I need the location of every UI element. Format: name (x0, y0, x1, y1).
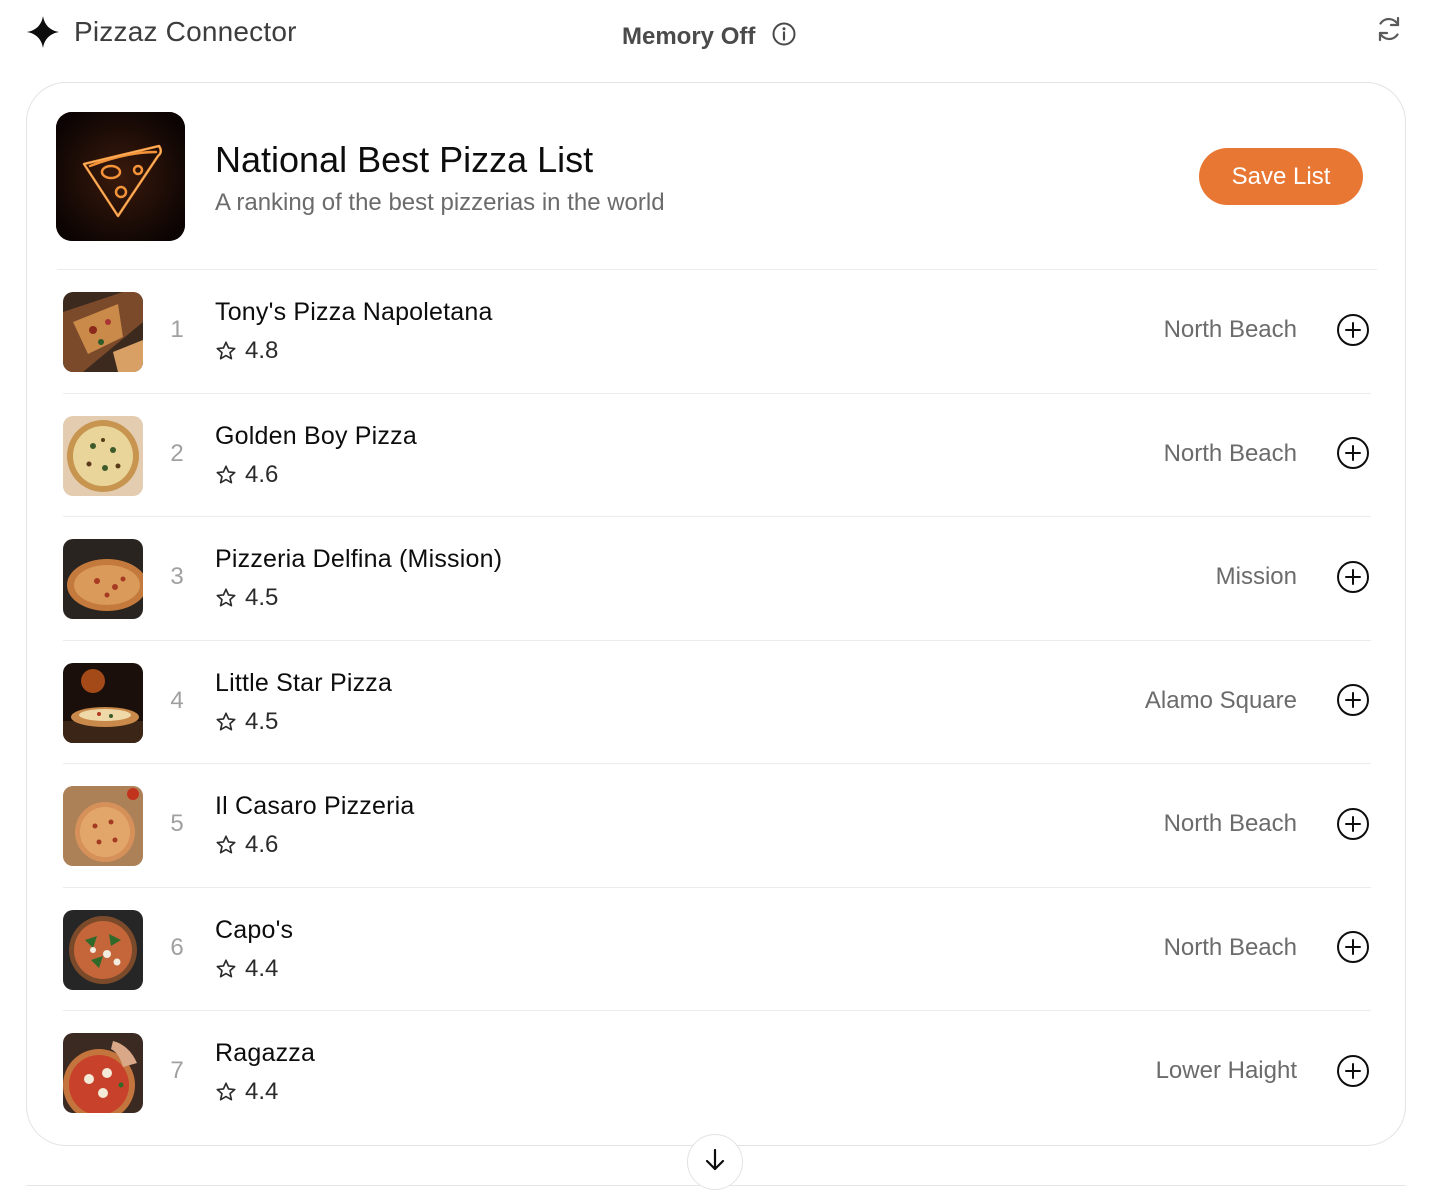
star-icon (215, 958, 237, 980)
app-title: Pizzaz Connector (74, 16, 297, 47)
list-item[interactable]: 4 Little Star Pizza 4.5 Alamo Square (27, 641, 1405, 764)
plus-circle-icon (1336, 807, 1370, 846)
pizzeria-thumbnail (63, 662, 143, 743)
star-icon (215, 1081, 237, 1103)
pizzeria-name: Ragazza (215, 1039, 316, 1067)
rating-value: 4.5 (245, 707, 279, 735)
list-item[interactable]: 1 Tony's Pizza Napoletana 4.8 North Beac… (27, 270, 1405, 394)
pizzeria-name: Capo's (215, 915, 294, 944)
location: North Beach (1163, 810, 1297, 837)
scroll-down-button[interactable] (687, 1134, 743, 1190)
list-title: National Best Pizza List (215, 139, 594, 180)
memory-status-label: Memory Off (622, 23, 756, 50)
location: Alamo Square (1144, 686, 1297, 714)
pizzeria-thumbnail (63, 786, 143, 866)
brand: Pizzaz Connector (26, 14, 297, 50)
list-item[interactable]: 2 Golden Boy Pizza 4.6 North Beach (27, 394, 1405, 517)
pizzeria-thumbnail (63, 415, 143, 496)
neon-pizza-image (56, 112, 185, 241)
pizzeria-name: Little Star Pizza (215, 668, 393, 697)
rating: 4.4 (215, 954, 278, 984)
list-item[interactable]: 7 Ragazza 4.4 Lower Haight (27, 1011, 1405, 1135)
list-item[interactable]: 5 Il Casaro Pizzeria 4.6 North Beach (27, 764, 1405, 888)
rating: 4.8 (215, 336, 278, 366)
add-button[interactable] (1335, 930, 1371, 969)
top-bar: Pizzaz Connector Memory Off (0, 0, 1440, 70)
location: Lower Haight (1155, 1057, 1297, 1084)
arrow-down-icon (701, 1146, 729, 1179)
plus-circle-icon (1336, 1054, 1370, 1093)
rating-value: 4.4 (245, 1078, 279, 1105)
rank-number: 4 (170, 686, 184, 714)
add-button[interactable] (1335, 313, 1371, 352)
add-button[interactable] (1335, 683, 1371, 722)
pizzeria-name: Pizzeria Delfina (Mission) (215, 545, 503, 573)
pizzeria-thumbnail (63, 539, 143, 619)
memory-status[interactable]: Memory Off (622, 20, 797, 54)
rank-number: 6 (170, 933, 184, 961)
rank-number: 3 (170, 563, 184, 590)
pizzeria-thumbnail (63, 292, 143, 372)
rating: 4.6 (215, 830, 278, 860)
add-button[interactable] (1335, 560, 1371, 599)
add-button[interactable] (1335, 436, 1371, 475)
rank-number: 1 (170, 316, 184, 343)
star-icon (215, 587, 237, 609)
star-icon (215, 711, 237, 733)
refresh-button[interactable] (1372, 14, 1406, 48)
info-icon[interactable] (771, 21, 797, 54)
list-item[interactable]: 3 Pizzeria Delfina (Mission) 4.5 Mission (27, 517, 1405, 641)
pizzeria-name: Golden Boy Pizza (215, 421, 417, 450)
list-subtitle: A ranking of the best pizzerias in the w… (215, 189, 665, 216)
rating-value: 4.8 (245, 337, 279, 364)
rating: 4.5 (215, 583, 278, 613)
rating: 4.5 (215, 707, 278, 737)
rank-number: 7 (170, 1057, 184, 1084)
list-item[interactable]: 6 Capo's 4.4 North Beach (27, 888, 1405, 1011)
plus-circle-icon (1336, 683, 1370, 722)
add-button[interactable] (1335, 807, 1371, 846)
rating-value: 4.6 (245, 831, 279, 858)
location: North Beach (1163, 316, 1297, 343)
add-button[interactable] (1335, 1054, 1371, 1093)
plus-circle-icon (1336, 436, 1370, 475)
rating-value: 4.6 (245, 460, 279, 488)
location: North Beach (1163, 933, 1297, 961)
star-icon (215, 464, 237, 486)
rating: 4.6 (215, 460, 278, 490)
save-list-button[interactable]: Save List (1199, 148, 1363, 205)
location: North Beach (1163, 439, 1297, 467)
pizzeria-list: 1 Tony's Pizza Napoletana 4.8 North Beac… (27, 270, 1405, 1135)
plus-circle-icon (1336, 930, 1370, 969)
rating-value: 4.5 (245, 584, 279, 611)
pizzeria-name: Il Casaro Pizzeria (215, 792, 415, 820)
sparkle-icon (26, 15, 60, 49)
rank-number: 5 (170, 810, 184, 837)
plus-circle-icon (1336, 313, 1370, 352)
location: Mission (1215, 563, 1297, 590)
plus-circle-icon (1336, 560, 1370, 599)
star-icon (215, 340, 237, 362)
list-header: National Best Pizza List A ranking of th… (27, 83, 1405, 270)
rating-value: 4.4 (245, 954, 279, 982)
rating: 4.4 (215, 1077, 278, 1107)
pizzeria-thumbnail (63, 1033, 143, 1113)
star-icon (215, 834, 237, 856)
rank-number: 2 (170, 439, 184, 467)
pizzeria-thumbnail (63, 909, 143, 990)
pizzeria-name: Tony's Pizza Napoletana (215, 298, 493, 326)
pizza-list-card: National Best Pizza List A ranking of th… (26, 82, 1406, 1146)
refresh-icon (1374, 14, 1404, 49)
